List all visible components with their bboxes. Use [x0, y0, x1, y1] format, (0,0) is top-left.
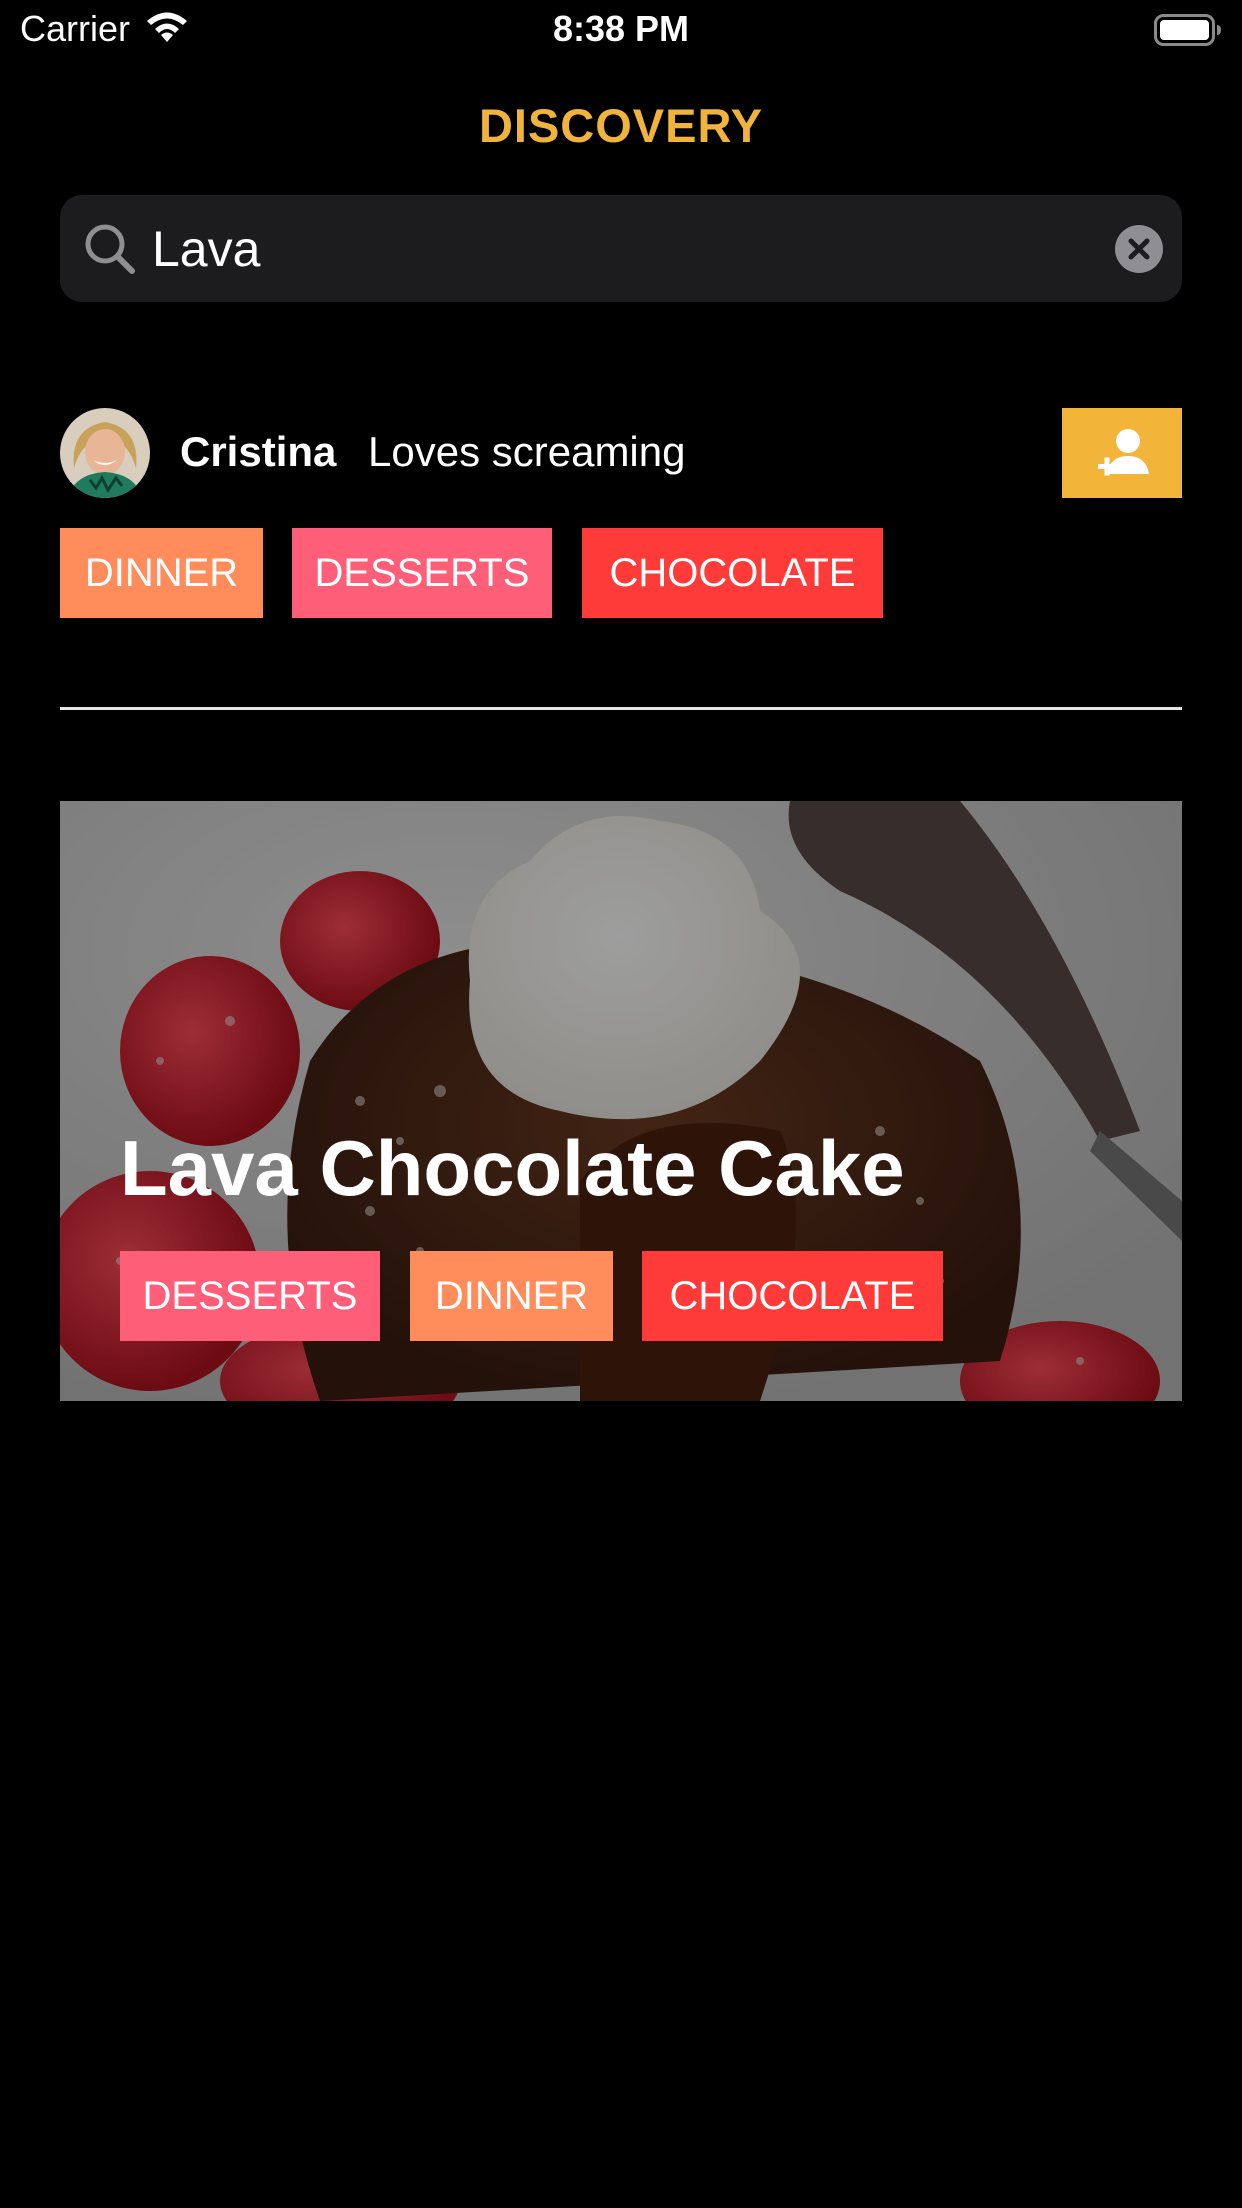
tag-chocolate[interactable]: CHOCOLATE	[582, 528, 883, 618]
avatar-image	[60, 408, 150, 498]
status-time: 8:38 PM	[552, 8, 690, 49]
follow-button[interactable]	[1062, 408, 1182, 498]
avatar[interactable]	[60, 408, 150, 498]
tag-dinner[interactable]: DINNER	[60, 528, 263, 618]
status-bar: Carrier 8:38 PM	[0, 0, 1242, 62]
user-result-row[interactable]: Cristina Loves screaming	[60, 408, 1182, 498]
add-user-icon	[1062, 408, 1182, 498]
tag-desserts[interactable]: DESSERTS	[292, 528, 552, 618]
divider	[60, 707, 1182, 710]
recipe-tag-desserts[interactable]: DESSERTS	[120, 1251, 380, 1341]
page-title: DISCOVERY	[478, 99, 764, 152]
search-icon	[85, 224, 135, 274]
recipe-tag-chocolate[interactable]: CHOCOLATE	[642, 1251, 943, 1341]
recipe-tag-dinner[interactable]: DINNER	[410, 1251, 613, 1341]
battery-icon	[1154, 14, 1221, 46]
user-name[interactable]: Cristina	[180, 428, 336, 476]
clear-icon[interactable]	[1115, 225, 1163, 273]
recipe-title: Lava Chocolate Cake	[120, 1124, 905, 1212]
user-bio: Loves screaming	[368, 428, 686, 475]
recipe-card[interactable]: Lava Chocolate Cake DESSERTS DINNER CHOC…	[60, 801, 1182, 1401]
search-input[interactable]	[152, 195, 1052, 302]
search-bar[interactable]	[60, 195, 1182, 302]
